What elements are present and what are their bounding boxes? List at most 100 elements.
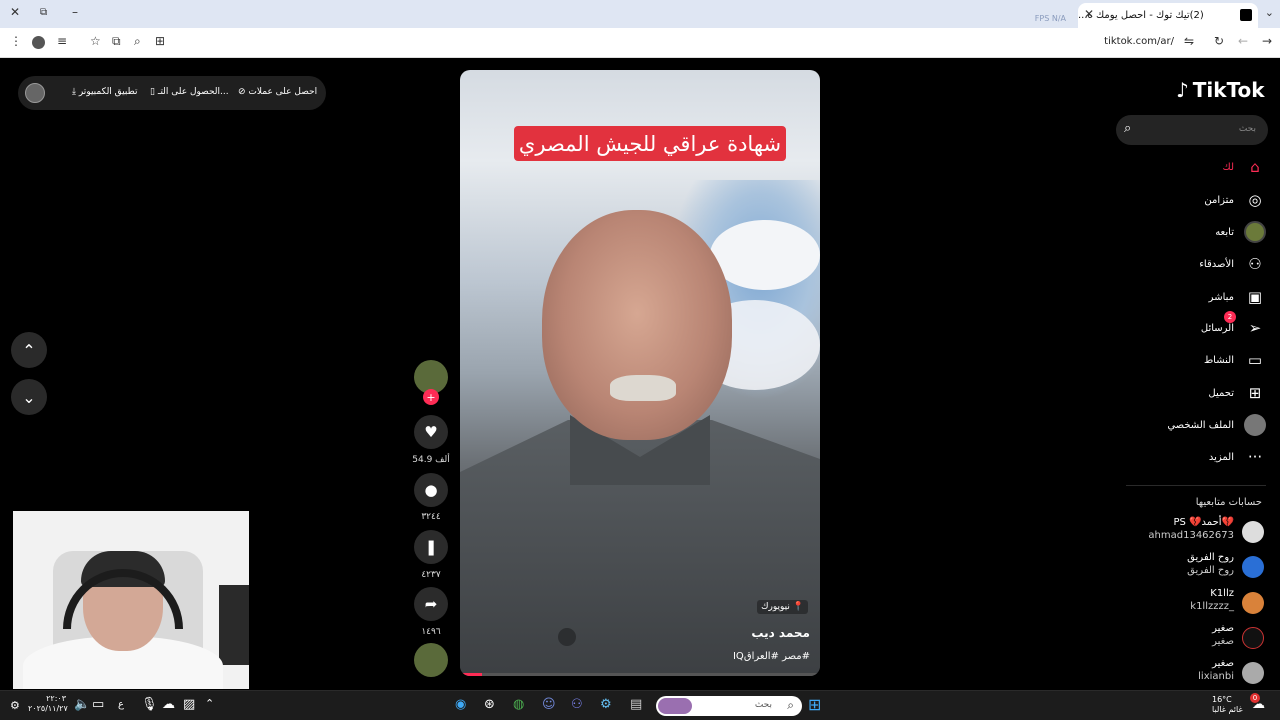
get-coins-link[interactable]: ⊘ احصل على عملات (238, 87, 317, 97)
cloud (710, 220, 820, 290)
following-account[interactable]: K1llz k1llzzzz_ (1104, 588, 1264, 620)
previous-video-button[interactable]: ⌃ (11, 332, 47, 368)
person-mustache (610, 375, 676, 401)
teams-icon[interactable]: ⚇ (571, 697, 583, 712)
desktop-app-link[interactable]: ⤓ تطبيق الكمبيوتر (72, 87, 138, 97)
nav-messages[interactable]: الرسائل ➢ 2 (1201, 311, 1266, 341)
steam-icon[interactable]: ⚙ (600, 697, 612, 712)
send-icon: ➢ (1248, 319, 1262, 337)
browser-tab[interactable]: ✕ (2)تيك توك - احصل يومك ه... (1078, 3, 1258, 28)
comment-button[interactable]: ● (414, 473, 448, 507)
zoom-icon[interactable]: ⌕ (134, 34, 141, 49)
follow-plus-icon[interactable]: + (423, 389, 439, 405)
reload-icon[interactable]: ↻ (1214, 34, 1224, 48)
back-icon[interactable]: → (1262, 34, 1272, 48)
following-account[interactable]: صغير صغير (1104, 623, 1264, 655)
more-dots-icon: ··· (1247, 448, 1263, 466)
search-input[interactable]: بحث ⌕ (1116, 115, 1268, 145)
site-settings-icon[interactable]: ⇋ (1184, 34, 1194, 48)
microphone-icon[interactable]: 🎙 (141, 697, 158, 712)
system-clock[interactable]: ٢٢:٠٣ ٢٠٢٥/١١/٢٧ (28, 694, 68, 714)
following-account[interactable]: 💔أحمد💔 PS ahmad13462673 (1104, 517, 1264, 549)
steam-alt-icon[interactable]: ⊛ (484, 697, 495, 712)
background-monitor (219, 585, 249, 665)
restore-window-icon[interactable]: ⧉ (40, 7, 47, 18)
nav-following[interactable]: تابعه (1215, 219, 1266, 245)
taskbar-search-input[interactable]: بحث ⌕ (656, 696, 802, 716)
menu-dots-icon[interactable]: ⋮ (10, 34, 22, 48)
discord-icon[interactable]: ☺ (542, 697, 556, 712)
comment-count: ٣٢٤٤ (421, 512, 441, 522)
profile-avatar[interactable] (32, 36, 45, 49)
photos-icon[interactable]: ▨ (183, 697, 195, 712)
sidebar-divider (1126, 485, 1266, 486)
nav-for-you[interactable]: لك ⌂ (1223, 154, 1266, 180)
account-avatar (1242, 521, 1264, 543)
forward-icon[interactable]: ← (1238, 34, 1248, 48)
fps-counter: FPS N/A (1034, 14, 1066, 23)
compass-icon: ◎ (1248, 191, 1262, 209)
chevron-down-icon: ⌄ (22, 387, 36, 407)
nav-profile[interactable]: الملف الشخصي (1167, 412, 1266, 438)
extensions-icon[interactable]: ⊞ (155, 34, 165, 48)
edge-browser-icon[interactable]: ◉ (455, 697, 466, 712)
bookmark-icon: ❚ (424, 538, 438, 556)
close-window-icon[interactable]: ✕ (10, 5, 20, 19)
install-app-icon[interactable]: ⧉ (112, 34, 121, 49)
heart-icon: ♥ (424, 423, 438, 441)
home-icon: ⌂ (1250, 158, 1260, 176)
nav-friends[interactable]: الأصدقاء ⚇ (1199, 251, 1266, 277)
following-account[interactable]: صغير lixianbi (1104, 658, 1264, 690)
bookmark-star-icon[interactable]: ☆ (90, 34, 101, 48)
close-tab-icon[interactable]: ✕ (1084, 7, 1094, 21)
friends-icon: ⚇ (1248, 255, 1262, 273)
nav-live[interactable]: مباشر ▣ (1209, 284, 1266, 310)
network-icon[interactable]: ▭ (92, 697, 104, 712)
nav-more[interactable]: المزيد ··· (1209, 444, 1266, 470)
share-count: ١٤٩٦ (421, 627, 441, 637)
user-avatar[interactable] (25, 83, 45, 103)
download-icon: ⤓ (72, 87, 79, 97)
tray-chevron-up-icon[interactable]: ⌃ (205, 697, 214, 710)
save-button[interactable]: ❚ (414, 530, 448, 564)
video-hashtags[interactable]: #مصر #العراقIQ (733, 651, 810, 662)
next-video-button[interactable]: ⌄ (11, 379, 47, 415)
video-location[interactable]: 📍 نيويورك (757, 600, 808, 614)
tiktok-logo[interactable]: ♪ TikTok (1176, 78, 1265, 102)
video-progress-fill (460, 673, 482, 676)
following-avatar-icon (1244, 221, 1266, 243)
minimize-window-icon[interactable]: – (72, 5, 78, 19)
tab-list-chevron-icon[interactable]: ⌄ (1265, 6, 1274, 19)
get-app-link[interactable]: ▯ الحصول على التـ... (150, 87, 229, 97)
following-account[interactable]: روح الفريق روح الفريق (1104, 552, 1264, 584)
location-icon: 📍 (792, 602, 804, 612)
settings-gear-icon[interactable]: ⚙ (10, 699, 20, 712)
file-explorer-icon[interactable]: ▤ (630, 697, 642, 712)
video-progress-bar[interactable] (460, 673, 820, 676)
nav-activity[interactable]: النشاط ▭ (1204, 347, 1266, 373)
video-player[interactable]: شهادة عراقي للجيش المصري 📍 نيويورك محمد … (460, 70, 820, 676)
weather-widget[interactable]: 16°C غائم غالبا (1212, 695, 1252, 715)
share-arrow-icon: ➦ (424, 595, 438, 613)
video-author[interactable]: محمد ديب (751, 626, 810, 640)
cloud-sync-icon[interactable]: ☁ (162, 697, 175, 712)
browser-tab-bar: ✕ ⧉ – FPS N/A + ✕ (2)تيك توك - احصل يومك… (0, 0, 1280, 28)
nav-explore[interactable]: متزامن ◎ (1204, 187, 1266, 213)
reading-list-icon[interactable]: ≡ (57, 34, 67, 48)
share-button[interactable]: ➦ (414, 587, 448, 621)
search-icon[interactable]: ⌕ (1124, 121, 1131, 136)
search-highlight-icon (658, 698, 692, 714)
comment-icon: ● (424, 481, 438, 499)
music-disc-icon[interactable] (414, 643, 448, 677)
url-text[interactable]: tiktok.com/ar/ (1104, 36, 1174, 47)
input-language[interactable]: ع (118, 699, 124, 710)
tab-title: (2)تيك توك - احصل يومك ه... (1078, 10, 1204, 21)
messages-badge: 2 (1224, 311, 1236, 323)
like-button[interactable]: ♥ (414, 415, 448, 449)
search-icon: ⌕ (787, 698, 794, 712)
nav-upload[interactable]: تحميل ⊞ (1208, 380, 1266, 406)
speaker-icon[interactable]: 🔈 (74, 697, 90, 712)
chrome-icon[interactable]: ◍ (513, 697, 524, 712)
tiktok-note-icon: ♪ (1176, 78, 1189, 102)
windows-start-icon[interactable]: ⊞ (808, 695, 821, 714)
